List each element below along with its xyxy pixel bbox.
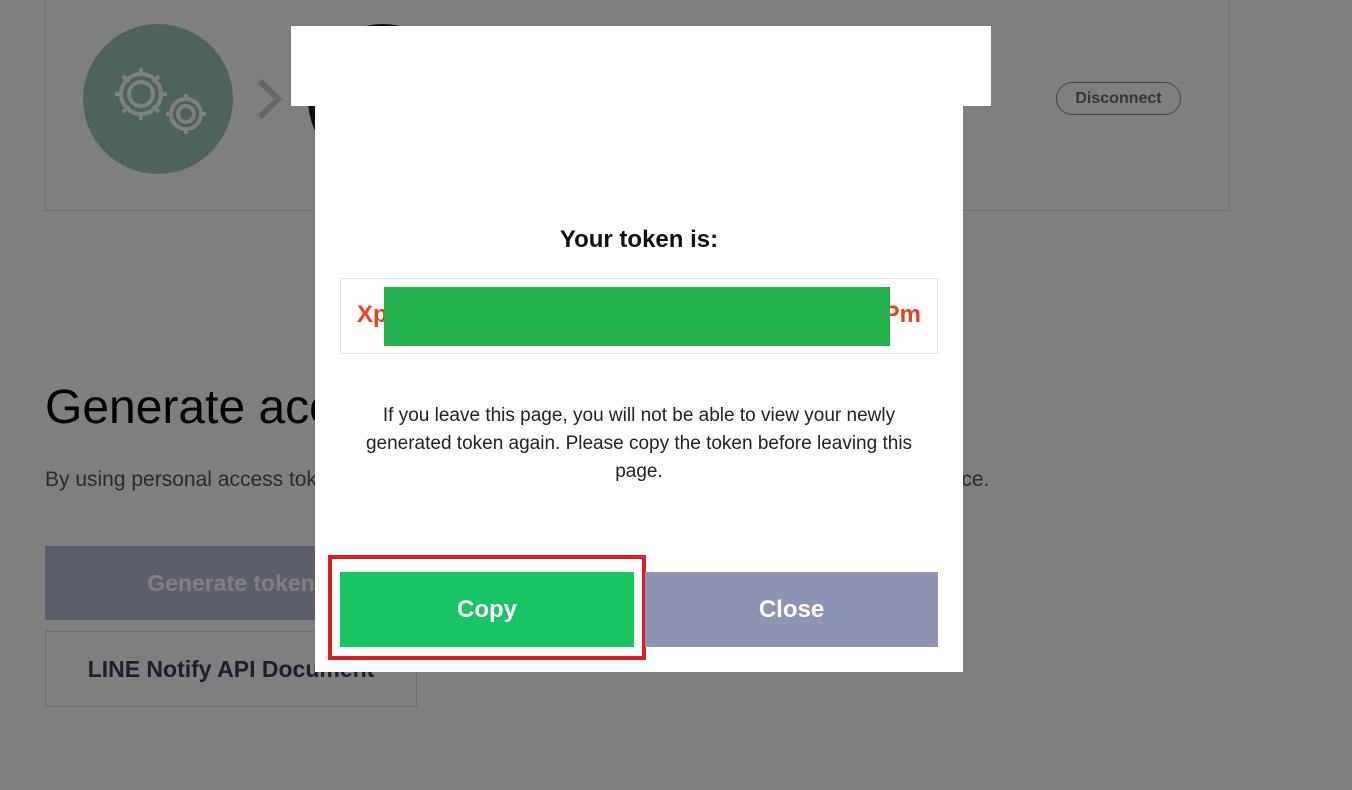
token-display[interactable]: Xp Pm: [340, 278, 938, 354]
dialog-message: If you leave this page, you will not be …: [365, 405, 913, 482]
token-redaction: [384, 287, 890, 346]
dialog-title: Your token is:: [559, 226, 719, 253]
close-button[interactable]: Close: [645, 572, 938, 647]
redacted-header-strip: [291, 26, 991, 106]
token-dialog: Your token is: Xp Pm If you leave this p…: [315, 106, 963, 672]
copy-button[interactable]: Copy: [340, 572, 634, 647]
